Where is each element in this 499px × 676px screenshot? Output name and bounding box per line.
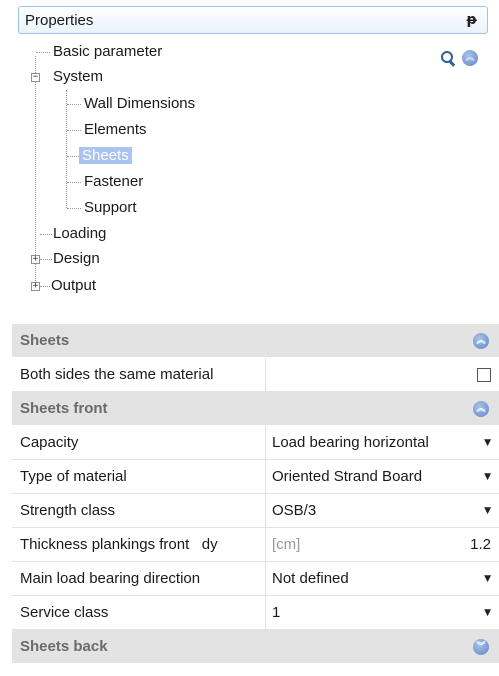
dropdown-value: 1 [272,604,281,621]
dropdown-arrow-icon[interactable]: ▼ [484,472,491,482]
tree-item-label: Output [51,277,97,294]
tree-item-fastener[interactable]: Fastener [81,170,146,194]
expand-toggle-design[interactable]: + [31,255,40,264]
tree-item-label: Support [84,199,137,216]
property-label: Service class [12,596,266,629]
capacity-dropdown[interactable]: Load bearing horizontal ▼ [266,426,499,459]
dropdown-value: Not defined [272,570,349,587]
collapse-icon[interactable]: ︽ [462,50,478,66]
property-row-service-class: Service class 1 ▼ [12,596,499,630]
collapse-icon[interactable]: ︽ [473,332,489,349]
tree-item-output[interactable]: Output [48,274,99,298]
category-label: Sheets [20,332,70,349]
dropdown-arrow-icon[interactable]: ▼ [484,608,491,618]
tree-item-elements[interactable]: Elements [81,118,150,142]
property-row-material: Type of material Oriented Strand Board ▼ [12,460,499,494]
category-label: Sheets back [20,638,108,655]
tree-item-design[interactable]: Design [50,247,103,271]
material-dropdown[interactable]: Oriented Strand Board ▼ [266,460,499,493]
dropdown-value: OSB/3 [272,502,317,519]
thickness-field[interactable]: [cm] 1.2 [266,528,499,561]
tree-item-sheets[interactable]: Sheets [79,144,132,168]
strength-class-dropdown[interactable]: OSB/3 ▼ [266,494,499,527]
property-label: Main load bearing direction [12,562,266,595]
tree-item-label: Wall Dimensions [84,95,196,112]
unit-label: [cm] [272,536,301,553]
dropdown-value: Load bearing horizontal [272,434,429,451]
tree-toolbar: ︽ [440,50,478,67]
both-sides-checkbox[interactable] [477,367,491,382]
collapse-toggle-system[interactable]: − [31,73,40,82]
property-label: Capacity [12,426,266,459]
tree-item-wall-dimensions[interactable]: Wall Dimensions [81,92,198,116]
dropdown-value: Oriented Strand Board [272,468,423,485]
property-row-load-direction: Main load bearing direction Not defined … [12,562,499,596]
dropdown-arrow-icon[interactable]: ▼ [484,438,491,448]
tree-item-system[interactable]: System [50,65,106,89]
tree-item-label: Basic parameter [53,43,163,60]
expand-icon[interactable]: ︾ [473,638,489,655]
property-label: Both sides the same material [12,358,266,391]
tree-item-basic-parameter[interactable]: Basic parameter [50,40,165,64]
property-label: Strength class [12,494,266,527]
property-row-both-sides: Both sides the same material [12,358,499,392]
category-sheets-back[interactable]: Sheets back ︾ [12,630,499,664]
tree-item-loading[interactable]: Loading [50,222,109,246]
category-sheets-front[interactable]: Sheets front ︽ [12,392,499,426]
property-value [266,358,499,391]
tree-item-label: Fastener [84,173,144,190]
category-label: Sheets front [20,400,108,417]
property-row-strength-class: Strength class OSB/3 ▼ [12,494,499,528]
collapse-icon[interactable]: ︽ [473,400,489,417]
category-sheets[interactable]: Sheets ︽ [12,324,499,358]
property-label: Type of material [12,460,266,493]
dropdown-arrow-icon[interactable]: ▼ [484,574,491,584]
thickness-value[interactable]: 1.2 [470,536,491,553]
property-row-thickness: Thickness plankings front dy [cm] 1.2 [12,528,499,562]
tree-item-label: System [53,68,104,85]
property-grid: Sheets ︽ Both sides the same material Sh… [12,324,499,664]
tree-item-label: Sheets [79,147,132,164]
tree-item-label: Loading [53,225,107,242]
navigation-tree: Basic parameter − System Wall Dimensions… [0,0,499,310]
tree-item-support[interactable]: Support [81,196,140,220]
search-icon[interactable] [440,50,456,67]
service-class-dropdown[interactable]: 1 ▼ [266,596,499,629]
expand-toggle-output[interactable]: + [31,282,40,291]
property-row-capacity: Capacity Load bearing horizontal ▼ [12,426,499,460]
load-direction-dropdown[interactable]: Not defined ▼ [266,562,499,595]
tree-item-label: Design [53,250,100,267]
dropdown-arrow-icon[interactable]: ▼ [484,506,491,516]
property-label: Thickness plankings front dy [12,528,266,561]
tree-item-label: Elements [84,121,147,138]
